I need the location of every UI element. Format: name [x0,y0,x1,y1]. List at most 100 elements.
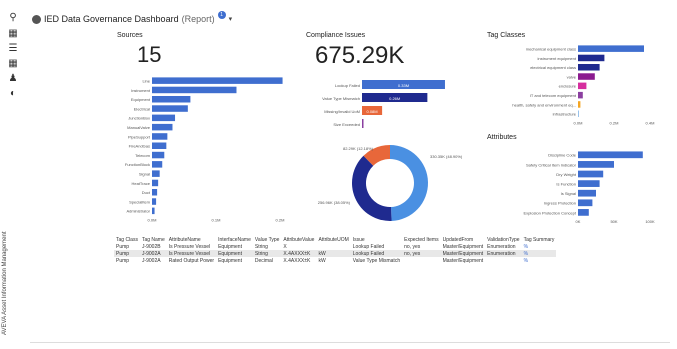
bar[interactable] [152,179,159,187]
tick-label: 0.2M [610,120,619,125]
donut-slice[interactable] [352,155,392,221]
table-cell: Equipment [216,257,253,264]
column-header[interactable]: Tag Class [114,236,140,243]
bar[interactable] [578,54,605,62]
table-cell: X.4AXXX±K [281,257,317,264]
table-row[interactable]: Pump J-9002B Is Pressure Vessel Equipment St… [114,243,557,250]
bar[interactable] [578,199,593,207]
table-cell: Rated Output Power [166,257,217,264]
table-row[interactable]: Pump J-9002A Rated Output Power Equipment De… [114,257,557,264]
bar[interactable] [578,101,581,108]
globe-icon[interactable]: ◐ [6,88,20,100]
table-cell: String [252,243,282,250]
table-cell: no, yes [402,250,441,257]
category-label: IT and telecom equipment [530,93,577,98]
column-header[interactable]: Expected Items [402,236,440,243]
category-label: Telecom [135,153,151,158]
chevron-down-icon[interactable]: ▾ [229,15,233,23]
category-label: Line [142,79,150,84]
bar[interactable] [578,91,583,99]
bar[interactable] [152,105,188,112]
bar[interactable] [578,63,600,71]
category-label: FunctionBlock [125,162,150,167]
tick-label: 0K [576,219,581,224]
category-label: Missing/Invalid UoM [324,109,360,114]
tag-classes-chart: mechanical equipment class instrument equ… [512,45,654,125]
list-icon[interactable]: ☰ [6,43,20,55]
bar[interactable] [152,114,176,122]
column-header[interactable]: AttributeUOM [316,236,350,243]
category-label: Signal [139,172,150,177]
hierarchy-icon[interactable]: ▦ [6,28,20,40]
column-header[interactable]: Tag Summary [522,236,557,243]
report-header: IED Data Governance Dashboard (Report) 1… [32,11,233,24]
bar[interactable] [152,77,283,84]
table-cell: Is Pressure Vessel [166,250,217,257]
table-cell: X [281,243,317,250]
category-label: Is Signal [561,191,576,196]
dashboard-icon [32,14,41,24]
notification-badge[interactable]: 1 [217,11,226,19]
bar[interactable] [152,207,155,215]
bar[interactable] [152,86,237,94]
bar[interactable] [578,180,600,187]
table-cell: Pump [114,257,140,264]
bar[interactable] [578,82,587,90]
column-header[interactable]: AttributeName [167,236,216,243]
bar[interactable] [152,123,173,131]
bar[interactable] [152,161,163,168]
category-label: Lookup Failed [335,83,360,88]
category-label: Size Exceeded [333,122,360,127]
table-header-row: Tag Class Tag Name AttributeName InterfaceN… [114,236,556,243]
bar[interactable] [578,110,579,118]
bar[interactable] [152,188,158,196]
table-cell: Enumeration [485,250,522,257]
column-header[interactable]: InterfaceName [216,236,253,243]
column-header[interactable]: Issue [351,236,402,243]
bar[interactable] [578,73,595,80]
report-subtitle: (Report) [181,14,215,24]
bar[interactable] [578,151,643,159]
table-cell: Decimal [252,257,282,264]
search-icon[interactable]: ⚲ [6,12,20,24]
bar[interactable] [152,133,168,140]
table-cell: % [521,257,557,264]
table-cell: Pump [114,250,140,257]
bar[interactable] [578,170,604,178]
bar[interactable] [578,161,614,168]
bar[interactable] [152,151,165,159]
bar[interactable] [152,198,157,205]
donut-label: 330.35K (48.90%) [430,154,463,159]
column-header[interactable]: AttributeValue [281,236,316,243]
data-label: 0.33M [398,83,409,88]
attributes-title: Attributes [487,134,517,141]
tick-label: 0.0M [148,218,157,223]
table-cell [402,257,441,264]
table-cell: J-9002A [139,250,167,257]
column-header[interactable]: Value Type [253,236,282,243]
table-cell: String [252,250,282,257]
table-row[interactable]: Pump J-9002A Is Pressure Vessel Equipment St… [114,250,557,257]
category-label: HeatTrace [131,181,150,186]
bar[interactable] [578,209,589,216]
column-header[interactable]: UpdatedFrom [441,236,486,243]
table-cell: X.4AXXX±K [281,250,317,257]
data-label: 0.26M [389,96,400,101]
bar[interactable] [152,142,167,150]
bar[interactable] [152,170,160,177]
bar[interactable] [152,95,191,103]
column-header[interactable]: ValidationType [485,236,521,243]
category-label: health, safety and environment eq... [512,102,576,107]
bar[interactable] [362,119,364,128]
category-label: Is Function [556,182,576,187]
table-cell: Lookup Failed [350,250,403,257]
category-label: instrument equipment [538,56,577,61]
bar[interactable] [578,45,644,52]
tag-classes-title: Tag Classes [487,32,526,39]
vertical-app-label: AVEVA Asset Information Management [2,231,8,336]
table-icon[interactable]: ▦ [6,58,20,70]
donut-slice[interactable] [390,145,428,221]
user-icon[interactable]: ♟ [6,73,20,85]
bar[interactable] [578,189,596,197]
column-header[interactable]: Tag Name [140,236,167,243]
